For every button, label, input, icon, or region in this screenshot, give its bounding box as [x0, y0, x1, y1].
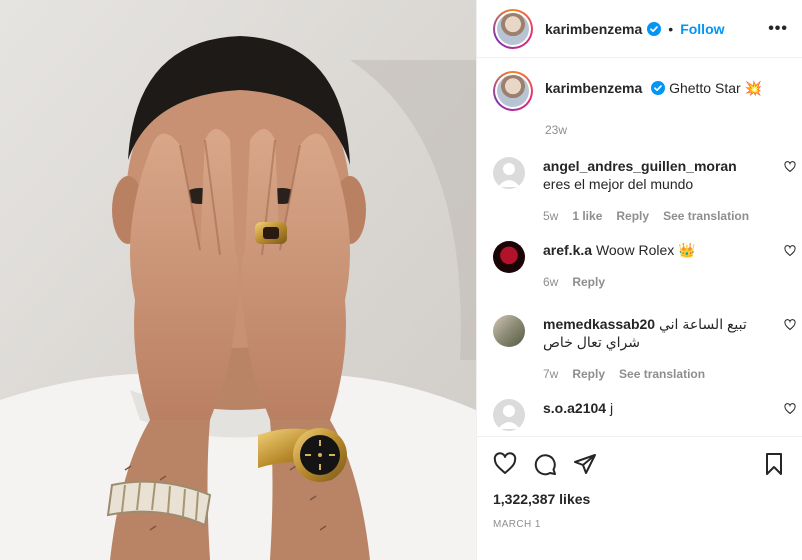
caption-avatar[interactable] — [493, 71, 533, 111]
comment-username[interactable]: memedkassab20 — [543, 316, 655, 332]
comments-list[interactable]: karimbenzema Ghetto Star 💥 23w angel_and… — [477, 59, 802, 436]
caption-username[interactable]: karimbenzema — [545, 80, 642, 96]
comment-time[interactable]: 6w — [543, 273, 558, 291]
comment-username[interactable]: angel_andres_guillen_moran — [543, 158, 737, 174]
comment-bubble-icon[interactable] — [533, 452, 557, 476]
header-username[interactable]: karimbenzema — [545, 21, 642, 37]
see-translation-button[interactable]: See translation — [619, 365, 705, 383]
reply-button[interactable]: Reply — [616, 207, 649, 225]
more-options-icon[interactable]: ••• — [768, 20, 788, 38]
reply-button[interactable]: Reply — [572, 365, 605, 383]
caption-emoji: 💥 — [744, 80, 762, 96]
post-image[interactable] — [0, 0, 476, 560]
comment-item: memedkassab20 تبيع الساعة اني شراي تعال … — [477, 309, 802, 393]
action-icons — [493, 451, 786, 477]
comment-body: s.o.a2104 j — [543, 393, 761, 433]
comment-text: j — [609, 400, 614, 416]
header-separator: • — [668, 20, 674, 37]
comment-likes[interactable]: 1 like — [572, 207, 602, 225]
post-side-panel: karimbenzema • Follow ••• karimbenzema G… — [476, 0, 802, 560]
caption: karimbenzema Ghetto Star 💥 — [477, 59, 802, 111]
comment-meta: 7w Reply See translation — [543, 365, 761, 383]
comment-text: eres el mejor del mundo — [543, 176, 694, 192]
comment-time[interactable]: 7w — [543, 365, 558, 383]
caption-text-block: karimbenzema Ghetto Star 💥 — [545, 71, 762, 111]
comment-like-heart-icon[interactable] — [784, 161, 796, 173]
comment-like-heart-icon[interactable] — [784, 319, 796, 331]
comment-username[interactable]: aref.k.a — [543, 242, 592, 258]
post-actions: 1,322,387 likes MARCH 1 — [477, 436, 802, 530]
post-date[interactable]: MARCH 1 — [493, 519, 786, 530]
comment-like-heart-icon[interactable] — [784, 245, 796, 257]
follow-button[interactable]: Follow — [680, 21, 724, 37]
comment-body: aref.k.a Woow Rolex 👑 6w Reply — [543, 235, 761, 309]
default-avatar-icon — [498, 405, 520, 429]
comment-meta: 5w 1 like Reply See translation — [543, 207, 761, 225]
header-avatar[interactable] — [493, 8, 533, 49]
comment-time[interactable]: 5w — [543, 207, 558, 225]
caption-time[interactable]: 23w — [477, 111, 802, 151]
comment-like-heart-icon[interactable] — [784, 403, 796, 415]
comment-avatar[interactable] — [493, 315, 525, 347]
comment-body: angel_andres_guillen_moran eres el mejor… — [543, 151, 761, 235]
likes-count[interactable]: 1,322,387 likes — [493, 491, 786, 507]
verified-badge-icon — [651, 81, 666, 95]
post-header: karimbenzema • Follow ••• — [477, 0, 802, 58]
comment-avatar[interactable] — [493, 399, 525, 431]
default-avatar-icon — [498, 163, 520, 187]
avatar-image — [497, 12, 529, 45]
heart-icon[interactable] — [493, 452, 517, 476]
caption-text: Ghetto Star — [669, 80, 741, 96]
comment-item: angel_andres_guillen_moran eres el mejor… — [477, 151, 802, 235]
avatar-image — [497, 75, 529, 107]
reply-button[interactable]: Reply — [572, 273, 605, 291]
bookmark-icon[interactable] — [762, 452, 786, 476]
verified-badge-icon — [647, 21, 662, 36]
comment-item: aref.k.a Woow Rolex 👑 6w Reply — [477, 235, 802, 309]
comment-emoji: 👑 — [678, 242, 696, 258]
comment-avatar[interactable] — [493, 241, 525, 273]
paper-plane-icon[interactable] — [573, 452, 597, 476]
comment-item: s.o.a2104 j — [477, 393, 802, 433]
comment-body: memedkassab20 تبيع الساعة اني شراي تعال … — [543, 309, 761, 393]
comment-meta: 6w Reply — [543, 273, 761, 291]
comment-avatar[interactable] — [493, 157, 525, 189]
post-photo-illustration — [0, 0, 476, 560]
comment-username[interactable]: s.o.a2104 — [543, 400, 606, 416]
comment-text: Woow Rolex — [595, 242, 675, 258]
post-viewer: karimbenzema • Follow ••• karimbenzema G… — [0, 0, 802, 560]
see-translation-button[interactable]: See translation — [663, 207, 749, 225]
